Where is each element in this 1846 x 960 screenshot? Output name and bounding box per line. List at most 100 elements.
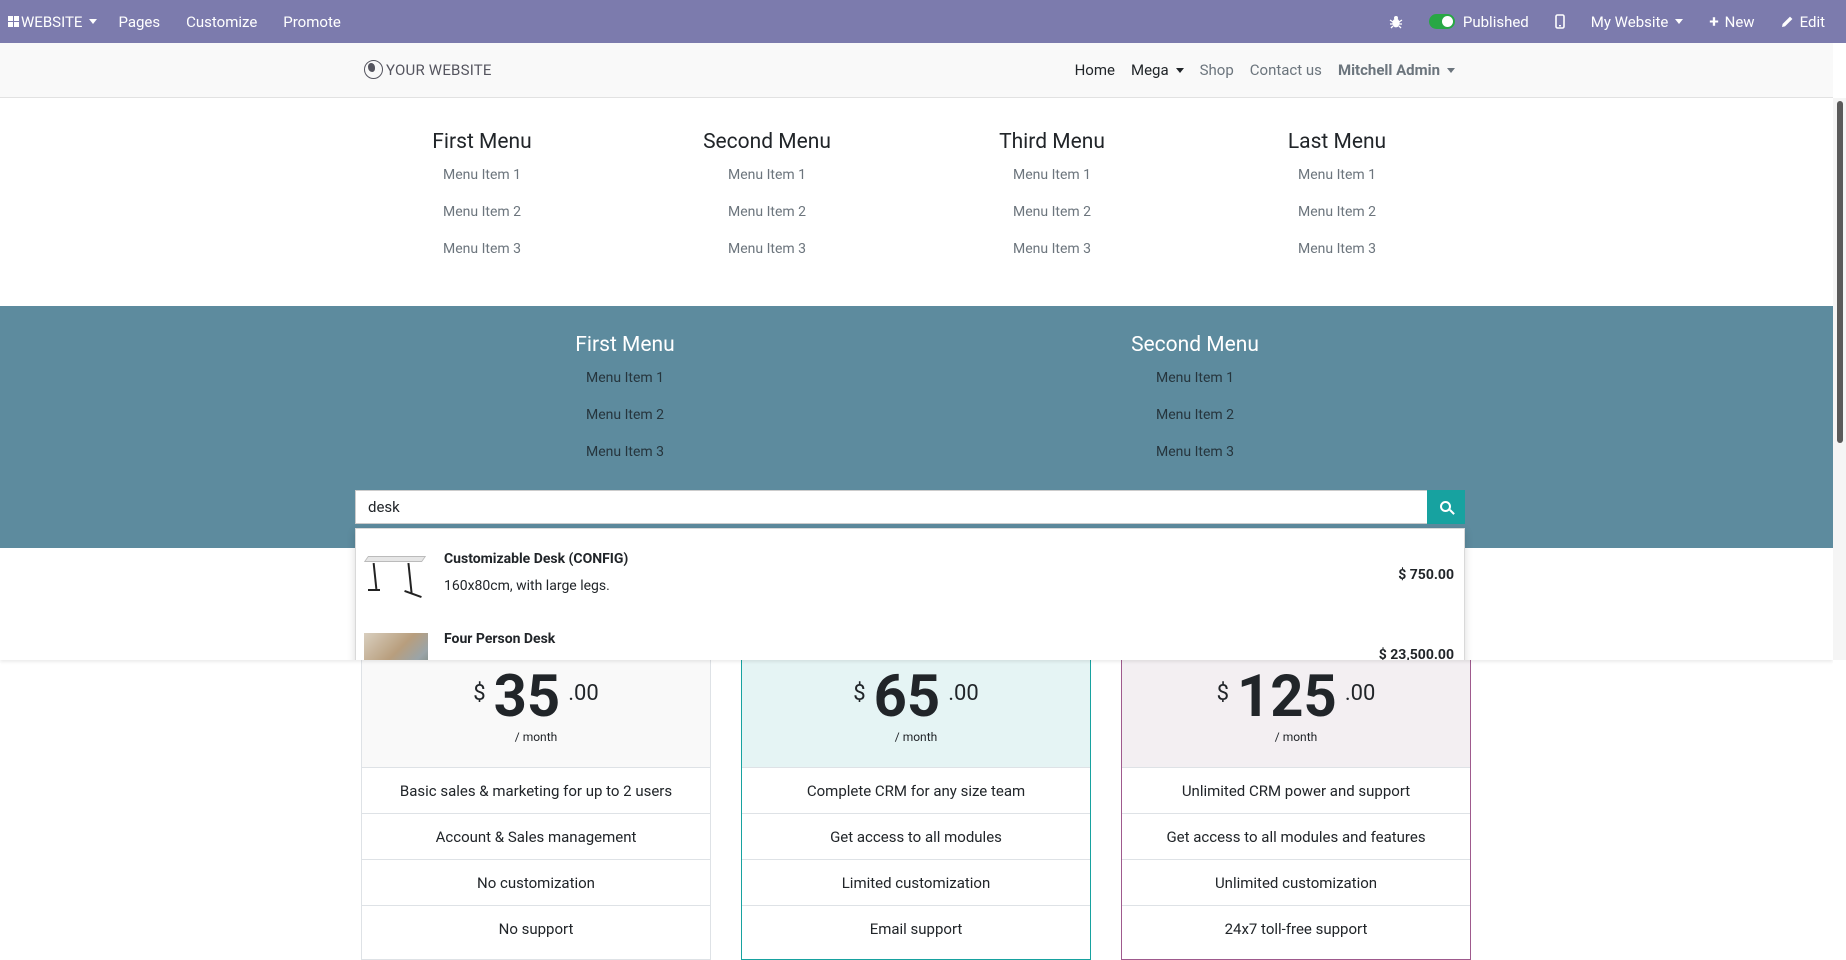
mega-menu-item[interactable]: Menu Item 1 xyxy=(1227,157,1447,194)
debug-button[interactable] xyxy=(1376,0,1416,43)
caret-down-icon xyxy=(1175,67,1184,73)
mega-menu-item[interactable]: Menu Item 3 xyxy=(1227,231,1447,268)
price-period: / month xyxy=(514,730,558,744)
toggle-switch-icon xyxy=(1428,14,1455,29)
globe-icon xyxy=(364,60,383,79)
user-menu[interactable]: Mitchell Admin xyxy=(1330,61,1463,79)
result-name: Four Person Desk xyxy=(444,631,556,647)
price-cents: .00 xyxy=(948,681,979,706)
result-price: $ 23,500.00 xyxy=(1378,647,1454,660)
price-period: / month xyxy=(894,730,938,744)
result-price: $ 750.00 xyxy=(1398,567,1454,583)
mega-column-title: Third Menu xyxy=(999,130,1105,154)
mega-menu-columns: First Menu Menu Item 1 Menu Item 2 Menu … xyxy=(0,98,1833,306)
caret-down-icon xyxy=(89,19,98,24)
main-nav: Home Mega Shop Contact us Mitchell Admin xyxy=(1067,43,1463,97)
website-switcher[interactable]: My Website xyxy=(1578,0,1697,43)
feature-item: Complete CRM for any size team xyxy=(742,767,1090,813)
pricing-card-head: $ 35 .00 / month xyxy=(362,660,710,767)
publish-toggle[interactable]: Published xyxy=(1416,0,1542,43)
mega-menu-item[interactable]: Menu Item 2 xyxy=(372,194,592,231)
pricing-section: $ 35 .00 / month Basic sales & marketing… xyxy=(0,660,1846,960)
nav-contact[interactable]: Contact us xyxy=(1242,61,1330,79)
currency-symbol: $ xyxy=(853,681,866,706)
feature-item: Email support xyxy=(742,905,1090,951)
mega-menu-item[interactable]: Menu Item 2 xyxy=(657,194,877,231)
result-name: Customizable Desk (CONFIG) xyxy=(444,551,629,567)
mega-menu-item[interactable]: Menu Item 1 xyxy=(657,157,877,194)
feature-item: Account & Sales management xyxy=(362,813,710,859)
edit-label: Edit xyxy=(1799,12,1825,31)
mega-menu-item[interactable]: Menu Item 1 xyxy=(515,360,735,397)
nav-home[interactable]: Home xyxy=(1067,61,1123,79)
feature-item: Unlimited customization xyxy=(1122,859,1470,905)
mega-column-title: First Menu xyxy=(432,130,532,154)
user-name: Mitchell Admin xyxy=(1337,61,1440,79)
currency-symbol: $ xyxy=(473,681,486,706)
feature-item: Unlimited CRM power and support xyxy=(1122,767,1470,813)
product-thumbnail xyxy=(363,553,428,603)
product-search-bar xyxy=(355,490,1465,524)
price-cents: .00 xyxy=(568,681,599,706)
scrollbar-thumb[interactable] xyxy=(1837,101,1843,443)
mega-menu-item[interactable]: Menu Item 3 xyxy=(372,231,592,268)
pages-menu[interactable]: Pages xyxy=(105,0,173,43)
apps-menu-button[interactable]: WEBSITE xyxy=(0,0,105,43)
price-period: / month xyxy=(1274,730,1318,744)
search-result-item[interactable]: Customizable Desk (CONFIG) 160x80cm, wit… xyxy=(356,529,1464,609)
mega-column-title: Second Menu xyxy=(703,130,831,154)
caret-down-icon xyxy=(1675,19,1684,24)
result-description: 160x80cm, with large legs. xyxy=(444,578,610,594)
feature-item: No support xyxy=(362,905,710,951)
mega-menu-item[interactable]: Menu Item 1 xyxy=(942,157,1162,194)
site-logo[interactable]: YOUR WEBSITE xyxy=(364,60,492,79)
price-cents: .00 xyxy=(1344,681,1376,706)
price-amount: 65 xyxy=(873,663,941,731)
mega-menu-item[interactable]: Menu Item 1 xyxy=(1085,360,1305,397)
search-result-item[interactable]: Four Person Desk $ 23,500.00 xyxy=(356,609,1464,660)
apps-grid-icon xyxy=(8,16,19,27)
mega-column: Second Menu Menu Item 1 Menu Item 2 Menu… xyxy=(1085,306,1305,471)
feature-item: No customization xyxy=(362,859,710,905)
mega-column-title: Last Menu xyxy=(1287,130,1387,154)
pricing-card-basic: $ 35 .00 / month Basic sales & marketing… xyxy=(361,660,711,960)
edit-button[interactable]: Edit xyxy=(1768,0,1838,43)
nav-shop[interactable]: Shop xyxy=(1192,61,1242,79)
caret-down-icon xyxy=(1447,67,1455,73)
feature-item: Get access to all modules xyxy=(742,813,1090,859)
bug-icon xyxy=(1389,15,1403,28)
pricing-card-head: $ 65 .00 / month xyxy=(742,660,1090,767)
mega-menu-item[interactable]: Menu Item 2 xyxy=(942,194,1162,231)
product-thumbnail xyxy=(364,633,428,660)
mega-menu-item[interactable]: Menu Item 2 xyxy=(1085,397,1305,434)
scrollbar-gap xyxy=(1833,660,1846,937)
feature-item: Limited customization xyxy=(742,859,1090,905)
mega-menu-item[interactable]: Menu Item 3 xyxy=(657,231,877,268)
price-amount: 35 xyxy=(493,663,561,731)
mega-menu-item[interactable]: Menu Item 2 xyxy=(515,397,735,434)
mega-column: Last Menu Menu Item 1 Menu Item 2 Menu I… xyxy=(1227,98,1447,268)
mega-menu-item[interactable]: Menu Item 3 xyxy=(942,231,1162,268)
pricing-card-head: $ 125 .00 / month xyxy=(1122,660,1470,767)
logo-text: YOUR WEBSITE xyxy=(386,60,492,79)
mega-column: Second Menu Menu Item 1 Menu Item 2 Menu… xyxy=(657,98,877,268)
new-button[interactable]: + New xyxy=(1696,0,1767,43)
customize-menu[interactable]: Customize xyxy=(173,0,270,43)
search-input[interactable] xyxy=(355,490,1427,524)
mega-menu-panel: First Menu Menu Item 1 Menu Item 2 Menu … xyxy=(0,98,1833,660)
pencil-icon xyxy=(1781,16,1792,27)
search-icon xyxy=(1439,500,1451,512)
nav-mega-label: Mega xyxy=(1130,61,1169,79)
currency-symbol: $ xyxy=(1216,681,1229,706)
mobile-preview-button[interactable] xyxy=(1542,0,1578,43)
feature-item: Get access to all modules and features xyxy=(1122,813,1470,859)
promote-menu[interactable]: Promote xyxy=(270,0,354,43)
mega-menu-item[interactable]: Menu Item 2 xyxy=(1227,194,1447,231)
mega-menu-item[interactable]: Menu Item 3 xyxy=(515,434,735,471)
search-button[interactable] xyxy=(1427,490,1465,524)
mega-column: First Menu Menu Item 1 Menu Item 2 Menu … xyxy=(515,306,735,471)
mega-menu-item[interactable]: Menu Item 3 xyxy=(1085,434,1305,471)
app-label: WEBSITE xyxy=(21,12,83,31)
nav-mega[interactable]: Mega xyxy=(1123,61,1192,79)
mega-menu-item[interactable]: Menu Item 1 xyxy=(372,157,592,194)
